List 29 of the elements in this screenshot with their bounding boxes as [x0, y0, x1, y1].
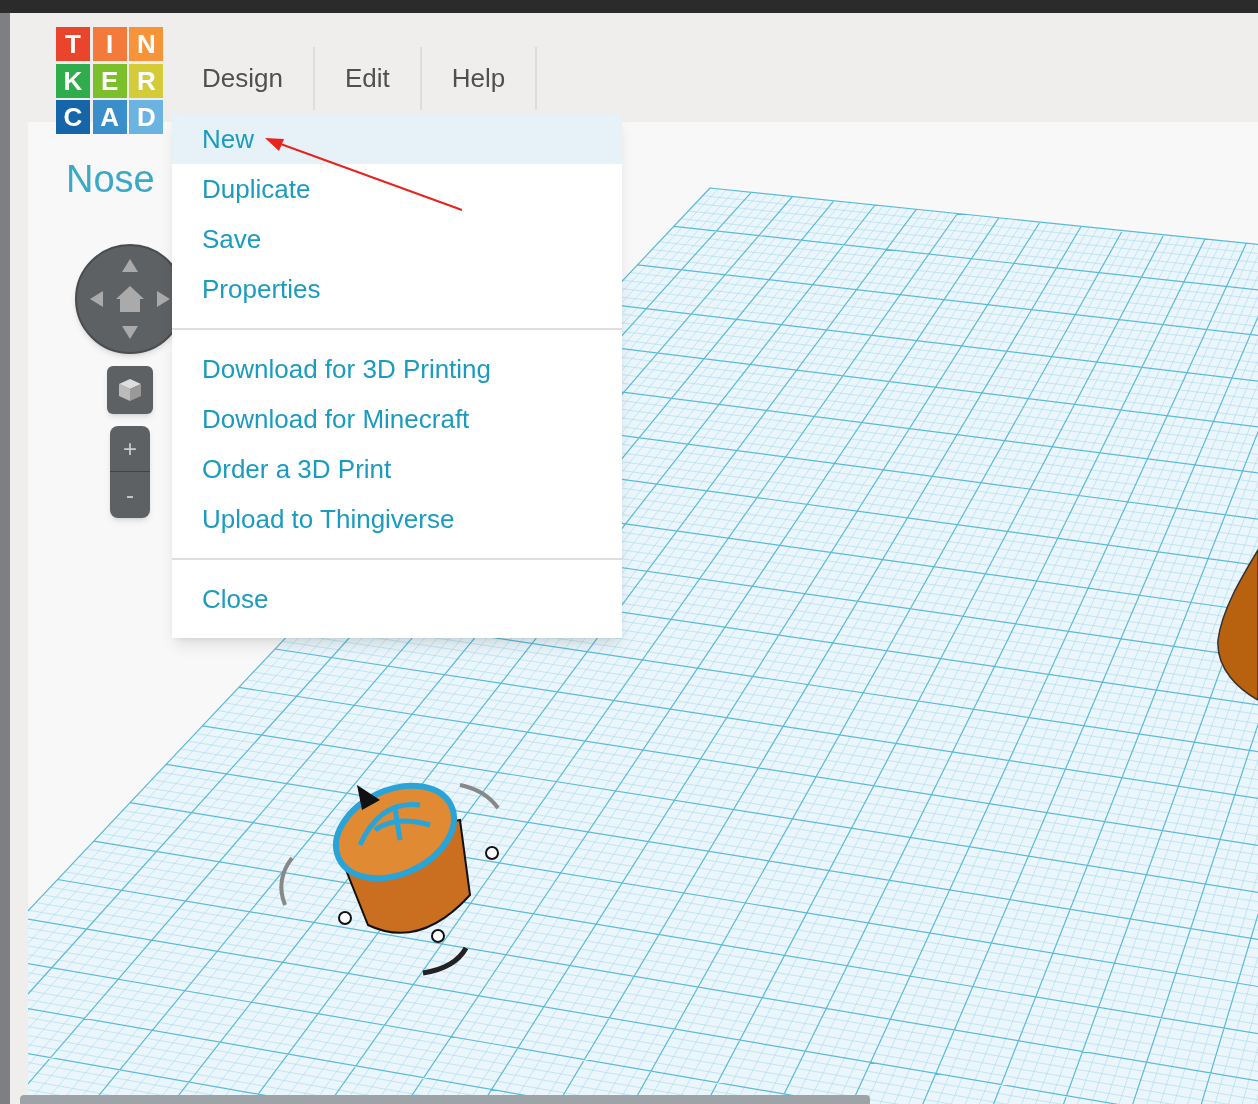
- logo-tile: C: [56, 100, 90, 135]
- menu-item[interactable]: Save: [172, 214, 622, 264]
- design-title: Nose: [66, 160, 155, 198]
- menu-item[interactable]: Download for Minecraft: [172, 394, 622, 444]
- shape-object[interactable]: [1217, 549, 1258, 701]
- home-view-button[interactable]: [107, 366, 153, 414]
- logo-tile: R: [129, 63, 164, 98]
- menu-item[interactable]: Properties: [172, 264, 622, 314]
- zoom-out-button[interactable]: -: [110, 472, 150, 518]
- logo-tile: T: [56, 27, 90, 61]
- logo[interactable]: T I N K E R C A D: [56, 27, 164, 135]
- logo-tile: E: [92, 63, 127, 98]
- menu-item[interactable]: Upload to Thingiverse: [172, 494, 622, 544]
- menu-tab[interactable]: Design: [172, 47, 315, 110]
- menu-tab[interactable]: Help: [421, 47, 538, 110]
- logo-tile: D: [129, 100, 164, 135]
- cylinder-drawing[interactable]: [333, 782, 499, 943]
- menu-item[interactable]: New: [172, 114, 622, 164]
- logo-tile: N: [129, 27, 164, 61]
- logo-tile: K: [56, 63, 90, 98]
- zoom-in-button[interactable]: +: [110, 426, 150, 472]
- menu-item[interactable]: Close: [172, 574, 622, 624]
- menu-tab[interactable]: Edit: [314, 47, 422, 110]
- menu-item[interactable]: Order a 3D Print: [172, 444, 622, 494]
- menu-item[interactable]: Download for 3D Printing: [172, 344, 622, 394]
- menu-item[interactable]: Duplicate: [172, 164, 622, 214]
- cube-icon: [117, 377, 143, 403]
- logo-tile: I: [92, 27, 127, 61]
- logo-tile: A: [92, 100, 127, 135]
